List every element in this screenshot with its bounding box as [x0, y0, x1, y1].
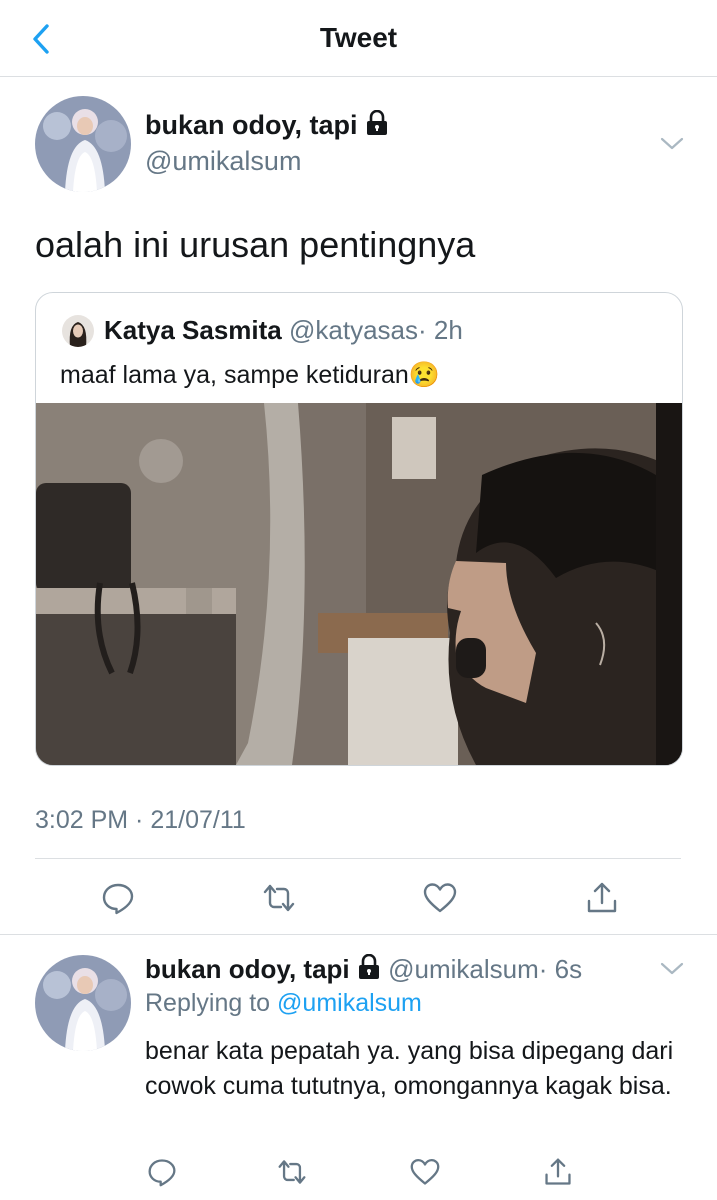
quote-photo[interactable]	[36, 403, 682, 765]
quoted-tweet[interactable]: Katya Sasmita @katyasas· 2h maaf lama ya…	[35, 292, 683, 766]
replying-to-link[interactable]: @umikalsum	[277, 989, 422, 1017]
tweet-action-bar	[0, 878, 717, 918]
author-name[interactable]: bukan odoy, tapi	[145, 110, 389, 141]
quote-text: maaf lama ya, sampe ketiduran😢	[60, 361, 440, 389]
page-title: Tweet	[319, 22, 398, 53]
like-button[interactable]	[405, 1152, 445, 1192]
comment-icon	[102, 883, 134, 915]
like-button[interactable]	[420, 878, 460, 918]
reply-button[interactable]	[98, 878, 138, 918]
retweet-button[interactable]	[259, 878, 299, 918]
reply-action-bar	[0, 1152, 717, 1187]
comment-icon	[148, 1159, 176, 1187]
reply-text: benar kata pepatah ya. yang bisa dipegan…	[145, 1037, 674, 1100]
crying-face-emoji: 😢	[408, 361, 440, 389]
retweet-button[interactable]	[272, 1152, 312, 1192]
avatar[interactable]	[35, 955, 131, 1051]
retweet-icon	[278, 1160, 306, 1184]
chevron-down-icon[interactable]	[660, 961, 684, 977]
share-button[interactable]	[538, 1152, 578, 1192]
top-nav-bar: Tweet	[0, 0, 717, 77]
share-icon	[587, 882, 617, 913]
heart-icon	[423, 883, 457, 913]
divider	[35, 858, 681, 859]
share-button[interactable]	[582, 878, 622, 918]
avatar	[62, 315, 94, 347]
replying-to: Replying to @umikalsum	[145, 989, 422, 1017]
author-handle[interactable]: @umikalsum	[145, 146, 301, 177]
tweet-timestamp: 3:02 PM · 21/07/11	[35, 806, 246, 834]
tweet-text: oalah ini urusan pentingnya	[35, 224, 476, 265]
retweet-icon	[263, 884, 295, 912]
avatar[interactable]	[35, 96, 131, 192]
divider	[0, 934, 717, 935]
lock-icon	[367, 110, 388, 135]
chevron-down-icon[interactable]	[660, 136, 684, 152]
reply-button[interactable]	[142, 1152, 182, 1192]
share-icon	[545, 1158, 571, 1185]
lock-icon	[358, 954, 379, 979]
quote-author: Katya Sasmita @katyasas· 2h	[104, 315, 463, 345]
reply-author[interactable]: bukan odoy, tapi @umikalsum· 6s	[145, 954, 582, 985]
heart-icon	[410, 1158, 440, 1185]
